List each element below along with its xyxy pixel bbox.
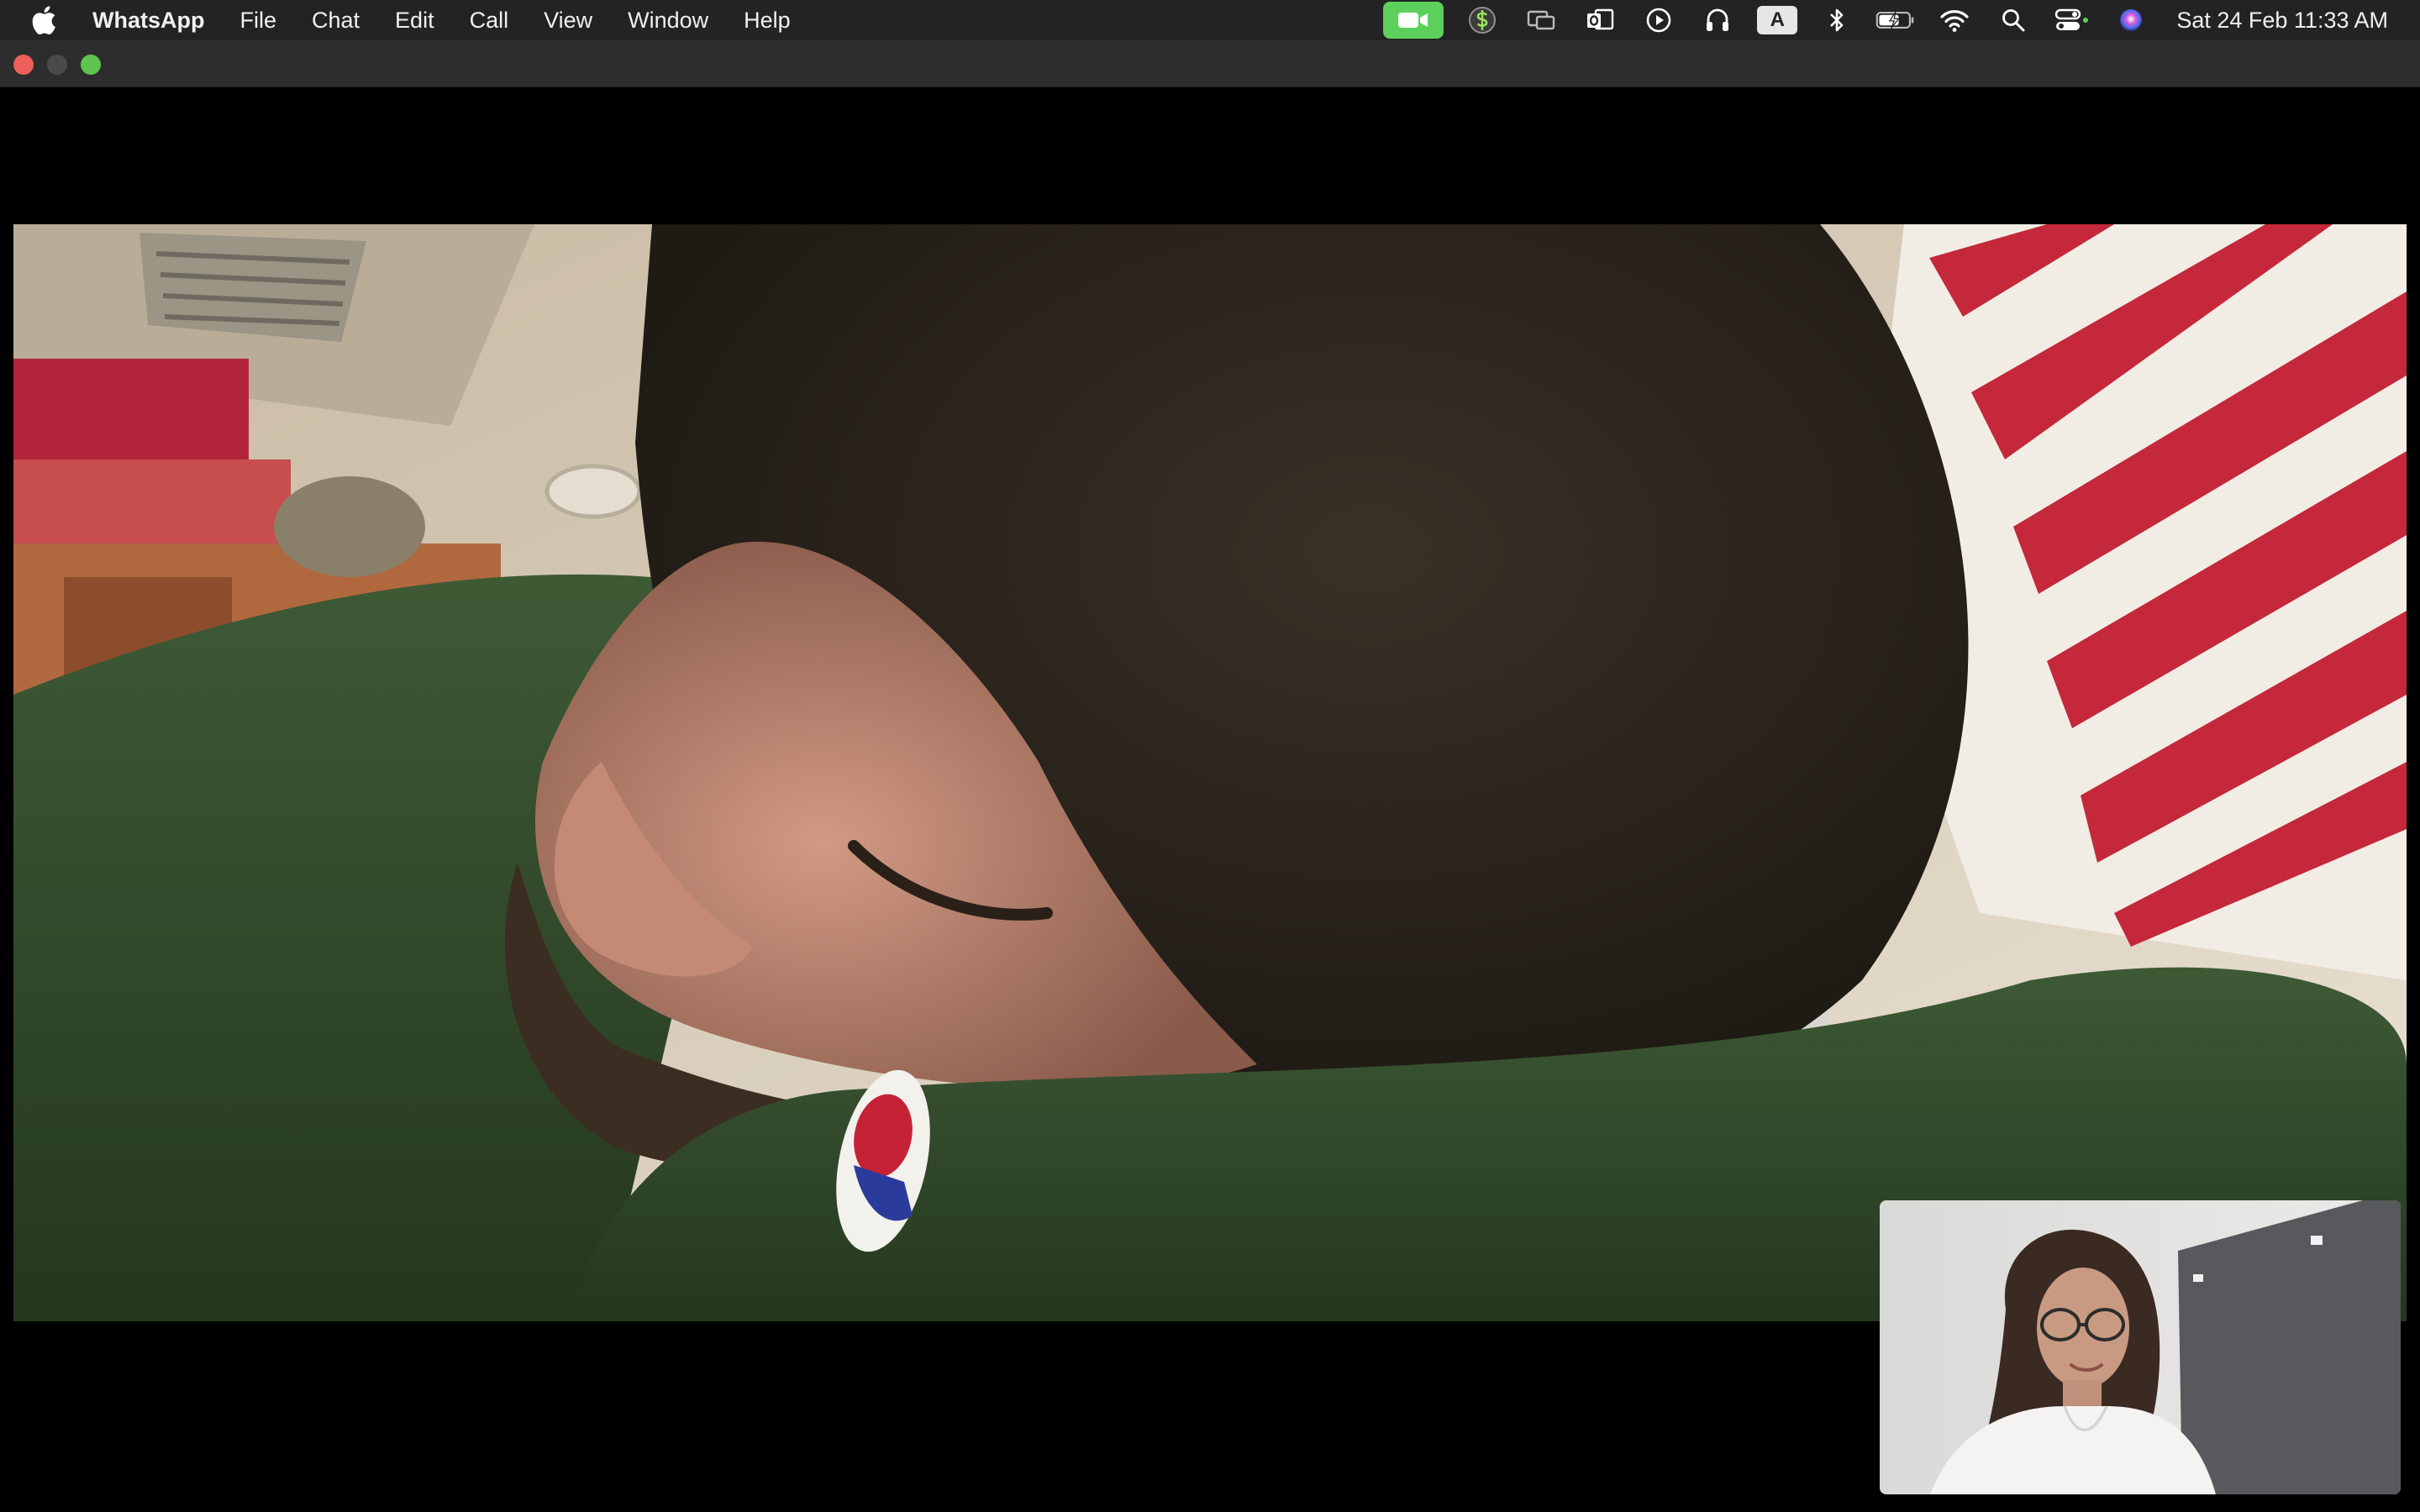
siri-icon[interactable] bbox=[2111, 0, 2151, 40]
app-menu-whatsapp[interactable]: WhatsApp bbox=[92, 0, 222, 40]
wifi-icon[interactable] bbox=[1934, 0, 1975, 40]
keyboard-input-label: A bbox=[1757, 6, 1798, 34]
menu-help[interactable]: Help bbox=[726, 0, 808, 40]
outlook-icon[interactable] bbox=[1580, 0, 1620, 40]
keyboard-input-icon[interactable]: A bbox=[1756, 6, 1798, 34]
window-minimize-button[interactable] bbox=[47, 55, 67, 75]
headphones-icon[interactable] bbox=[1697, 0, 1738, 40]
video-camera-icon[interactable] bbox=[1383, 2, 1444, 39]
window-title-bar bbox=[0, 40, 2420, 87]
menu-call[interactable]: Call bbox=[452, 0, 527, 40]
window-close-button[interactable] bbox=[13, 55, 34, 75]
menu-file[interactable]: File bbox=[222, 0, 294, 40]
window-zoom-button[interactable] bbox=[81, 55, 101, 75]
menu-edit[interactable]: Edit bbox=[377, 0, 452, 40]
menu-bar-clock[interactable]: Sat 24 Feb 11:33 AM bbox=[2176, 8, 2388, 34]
self-view-video[interactable] bbox=[1880, 1200, 2401, 1494]
apple-icon[interactable] bbox=[29, 3, 59, 37]
menu-bar-status-area: A Sat 24 Feb 11:33 AM bbox=[1383, 0, 2420, 40]
remote-video-frame bbox=[13, 224, 2407, 1321]
screen-mirror-icon[interactable] bbox=[1521, 0, 1561, 40]
remote-participant-video[interactable] bbox=[13, 224, 2407, 1321]
self-video-frame bbox=[1880, 1200, 2401, 1494]
dollar-sync-icon[interactable] bbox=[1462, 0, 1502, 40]
battery-charging-icon[interactable] bbox=[1876, 0, 1916, 40]
bluetooth-icon[interactable] bbox=[1817, 0, 1857, 40]
menu-bar-left: WhatsApp File Chat Edit Call View Window… bbox=[0, 0, 808, 40]
menu-chat[interactable]: Chat bbox=[294, 0, 377, 40]
menu-window[interactable]: Window bbox=[610, 0, 726, 40]
menu-bar: WhatsApp File Chat Edit Call View Window… bbox=[0, 0, 2420, 40]
search-icon[interactable] bbox=[1993, 0, 2033, 40]
control-center-icon[interactable] bbox=[2052, 0, 2092, 40]
play-circle-icon[interactable] bbox=[1639, 0, 1679, 40]
menu-view[interactable]: View bbox=[526, 0, 610, 40]
video-call-area bbox=[0, 88, 2420, 1512]
